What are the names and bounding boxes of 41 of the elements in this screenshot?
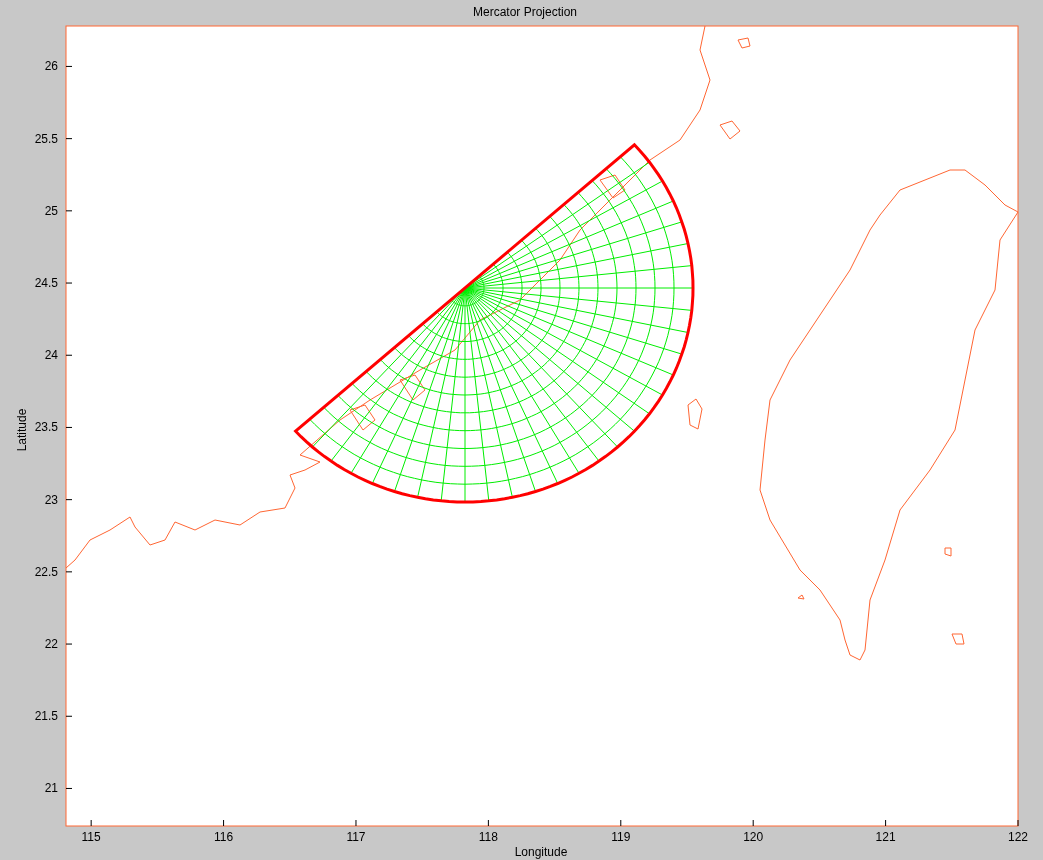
- tick-mark: [65, 282, 73, 284]
- axis-label: Latitude: [15, 408, 29, 452]
- tick-label: 22: [44, 637, 58, 652]
- chart-title: Mercator Projection: [473, 5, 577, 19]
- tick-label: 115: [81, 830, 101, 844]
- tick-label: 25: [44, 203, 58, 218]
- tick-mark: [65, 787, 73, 789]
- tick-mark: [65, 643, 73, 645]
- tick-mark: [65, 210, 73, 212]
- tick-mark: [65, 499, 73, 501]
- tick-mark: [885, 819, 887, 827]
- tick-mark: [752, 819, 754, 827]
- tick-mark: [223, 819, 225, 827]
- tick-label: 119: [611, 830, 631, 844]
- tick-label: 117: [346, 830, 366, 844]
- tick-mark: [65, 426, 73, 428]
- tick-label: 118: [478, 830, 498, 844]
- tick-label: 22.5: [34, 564, 58, 579]
- tick-mark: [620, 819, 622, 827]
- tick-mark: [90, 819, 92, 827]
- tick-label: 21: [44, 781, 58, 796]
- tick-label: 23: [44, 492, 58, 507]
- tick-label: 25.5: [34, 131, 58, 146]
- tick-label: 24.5: [34, 276, 58, 291]
- tick-mark: [65, 571, 73, 573]
- tick-mark: [1017, 819, 1019, 827]
- tick-label: 24: [44, 348, 58, 363]
- tick-label: 26: [44, 59, 58, 74]
- tick-mark: [355, 819, 357, 827]
- tick-label: 116: [214, 830, 234, 844]
- tick-mark: [65, 65, 73, 67]
- tick-mark: [65, 715, 73, 717]
- tick-label: 120: [743, 830, 764, 844]
- tick-mark: [487, 819, 489, 827]
- tick-label: 122: [1008, 830, 1028, 844]
- tick-label: 121: [875, 830, 896, 844]
- tick-label: 21.5: [34, 709, 58, 724]
- tick-mark: [65, 138, 73, 140]
- axis-label: Longitude: [514, 845, 568, 859]
- tick-mark: [65, 354, 73, 356]
- tick-label: 23.5: [34, 420, 58, 435]
